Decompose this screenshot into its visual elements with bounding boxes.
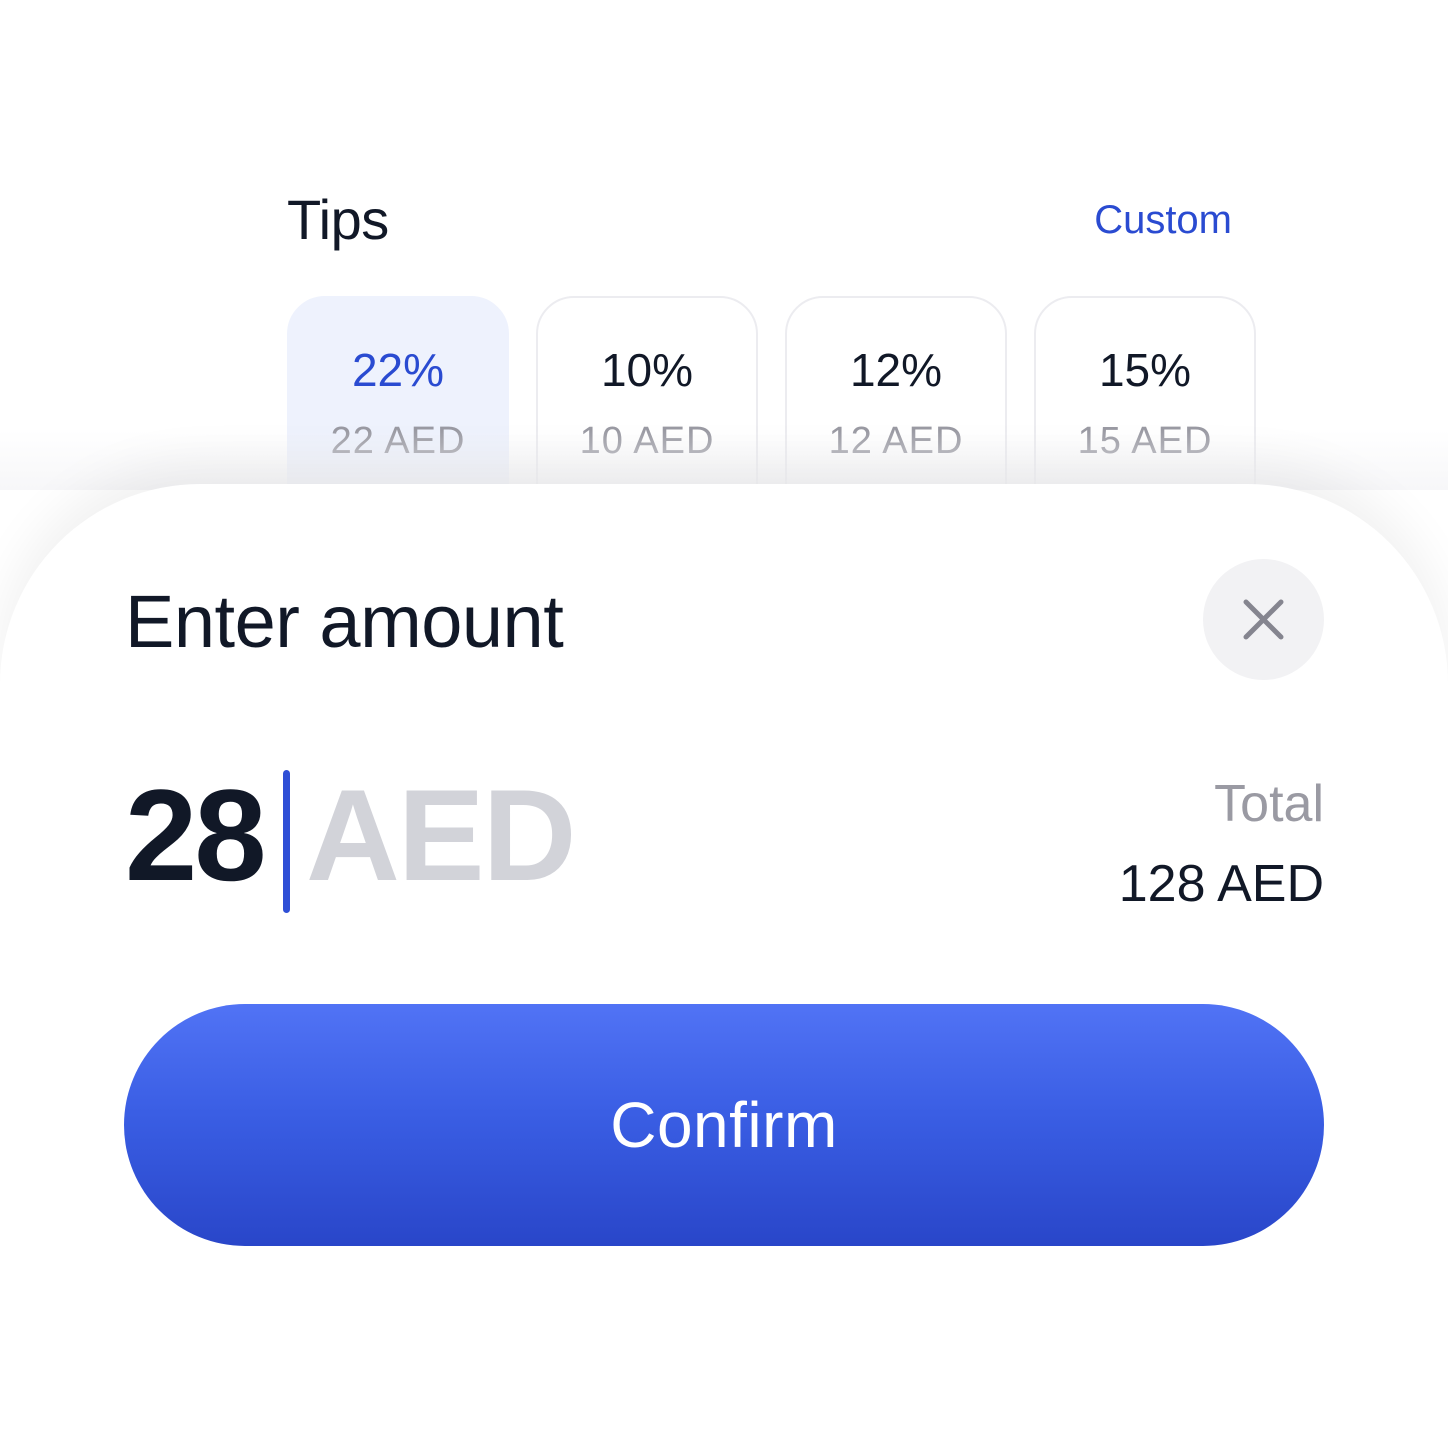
- amount-currency-placeholder: AED: [306, 762, 576, 908]
- tip-option-amount: 15 AED: [1077, 420, 1213, 462]
- tip-option-amount: 22 AED: [330, 420, 466, 462]
- close-button[interactable]: [1203, 559, 1324, 680]
- sheet-title: Enter amount: [125, 580, 564, 663]
- tip-option-amount: 12 AED: [828, 420, 964, 462]
- tips-heading: Tips: [287, 188, 389, 251]
- tip-entry-screen: Tips Custom 22% 22 AED 10% 10 AED 12% 12…: [0, 0, 1448, 1448]
- total-label: Total: [1214, 775, 1324, 833]
- text-caret: [283, 770, 290, 913]
- tip-option-amount: 10 AED: [579, 420, 715, 462]
- tip-option-percent: 12%: [849, 344, 943, 396]
- tip-option-percent: 15%: [1098, 344, 1192, 396]
- close-icon: [1243, 599, 1284, 640]
- amount-value: 28: [125, 762, 267, 908]
- custom-tip-link[interactable]: Custom: [1094, 196, 1232, 244]
- tip-option-percent: 10%: [600, 344, 694, 396]
- confirm-button[interactable]: Confirm: [124, 1004, 1324, 1246]
- tip-option-percent: 22%: [351, 344, 445, 396]
- total-value: 128 AED: [1118, 855, 1324, 913]
- enter-amount-sheet: Enter amount 28 AED Total 128 AED Confir…: [0, 484, 1448, 1448]
